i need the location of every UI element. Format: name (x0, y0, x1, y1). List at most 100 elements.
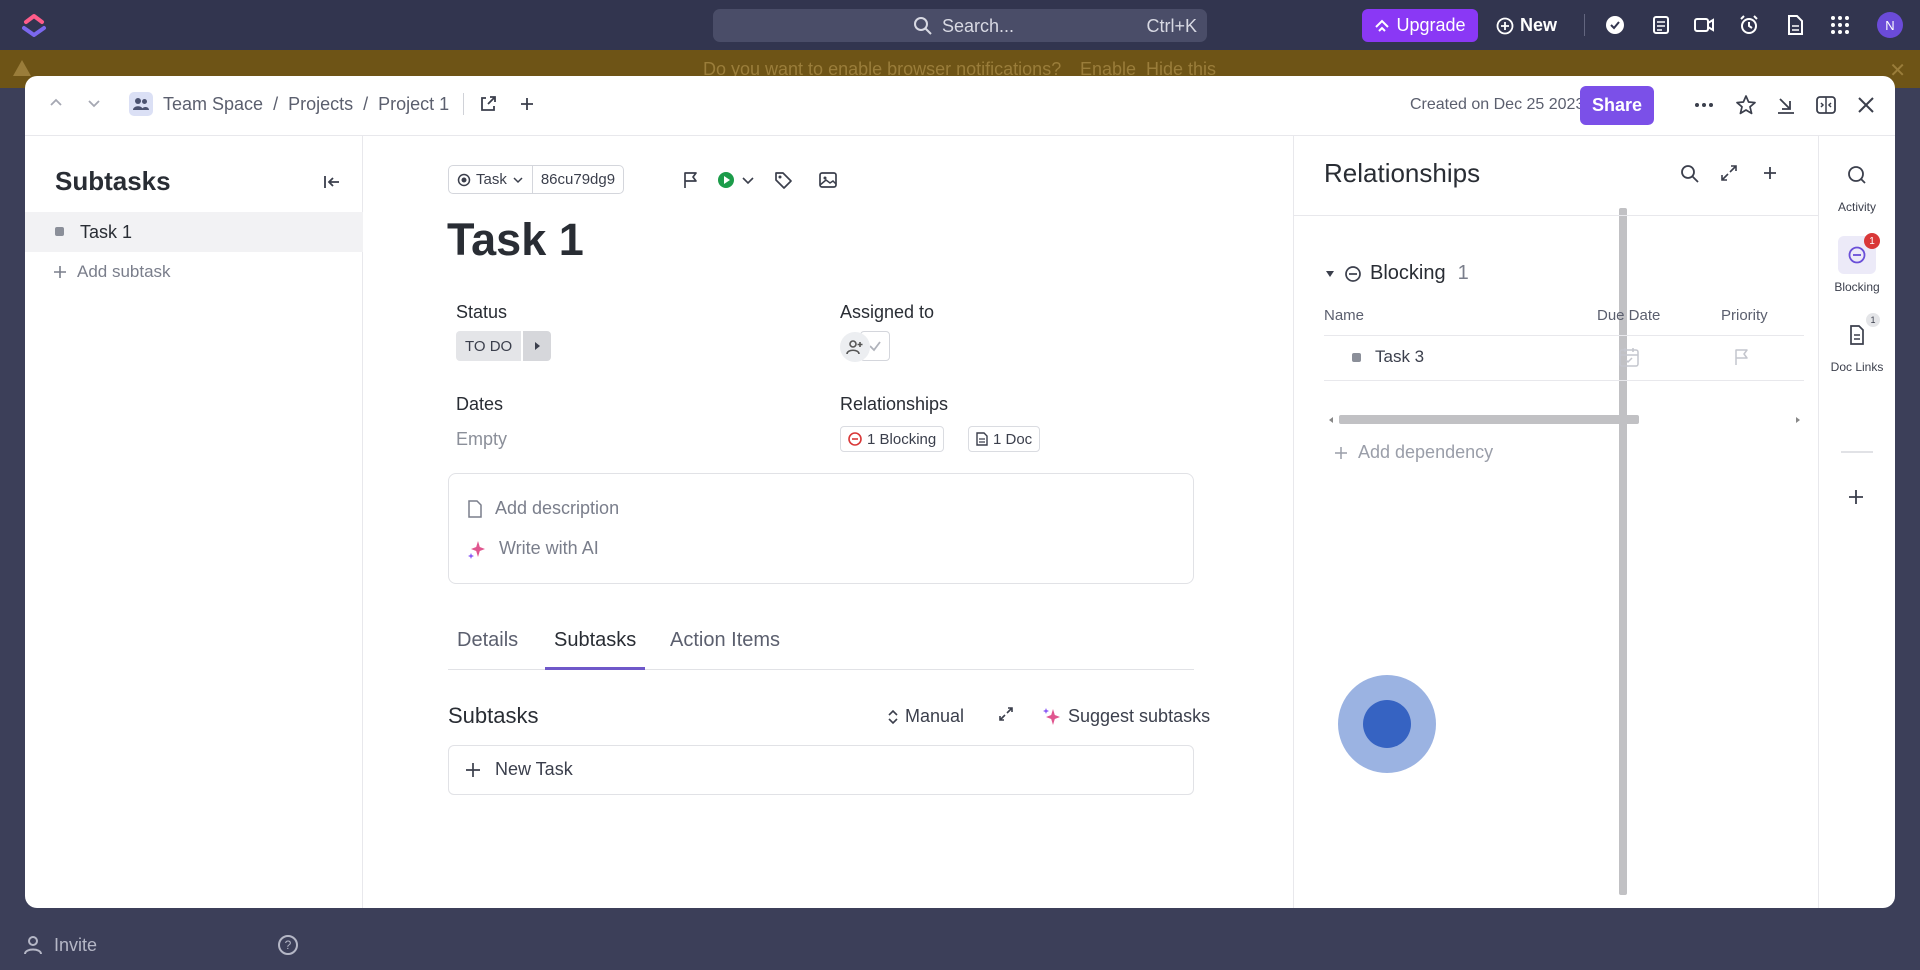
status-selector[interactable]: TO DO (456, 331, 552, 361)
flag-icon[interactable] (681, 170, 701, 190)
add-icon[interactable] (518, 95, 536, 113)
dates-value[interactable]: Empty (456, 429, 507, 450)
scroll-right-icon[interactable] (1794, 416, 1802, 424)
task-id[interactable]: 86cu79dg9 (533, 166, 623, 193)
task-type-button[interactable]: Task (449, 166, 533, 193)
collapse-sidebar-icon[interactable] (322, 172, 342, 192)
table-row[interactable]: Task 3 (1352, 347, 1424, 367)
upgrade-label: Upgrade (1396, 15, 1466, 35)
tab-subtasks[interactable]: Subtasks (554, 629, 636, 652)
breadcrumb-projects[interactable]: Projects (288, 94, 353, 115)
help-icon[interactable]: ? (278, 935, 298, 955)
task-type-selector[interactable]: Task 86cu79dg9 (448, 165, 625, 194)
add-rail-item-icon[interactable] (1845, 486, 1867, 508)
task-status-dot (55, 227, 64, 236)
rail-item-blocking[interactable]: 1 Blocking (1819, 233, 1895, 294)
suggest-subtasks-label: Suggest subtasks (1068, 706, 1211, 726)
add-relationship-icon[interactable] (1761, 164, 1779, 182)
task-modal: Team Space / Projects / Project 1 Create… (25, 76, 1895, 908)
image-icon[interactable] (818, 170, 838, 190)
task-title[interactable]: Task 1 (447, 214, 584, 266)
modal-header: Team Space / Projects / Project 1 Create… (25, 76, 1895, 136)
header-divider (463, 93, 465, 115)
sidebar-task-item[interactable]: Task 1 (25, 212, 363, 252)
user-avatar[interactable]: N (1877, 12, 1903, 38)
breadcrumb-team-space[interactable]: Team Space (163, 94, 263, 115)
add-subtask-button[interactable]: Add subtask (53, 262, 171, 282)
rail-label-doc-links: Doc Links (1830, 360, 1884, 374)
alarm-clock-icon[interactable] (1738, 14, 1760, 36)
rail-item-activity[interactable]: Activity (1819, 156, 1895, 214)
expand-icon[interactable] (998, 706, 1014, 722)
minimize-icon[interactable] (1775, 94, 1797, 116)
column-header-name[interactable]: Name (1324, 307, 1364, 324)
blocking-chip[interactable]: 1 Blocking (840, 426, 945, 452)
plus-circle-icon (1496, 17, 1514, 35)
ai-sparkle-icon (467, 539, 487, 559)
priority-flag-icon[interactable] (1732, 347, 1752, 367)
doc-chip-label: 1 Doc (993, 430, 1033, 448)
description-box[interactable]: Add description Write with AI (448, 473, 1194, 584)
top-bar: Search... Ctrl+K Upgrade New N (0, 0, 1920, 50)
write-with-ai-label: Write with AI (499, 538, 599, 558)
breadcrumb-project-1[interactable]: Project 1 (378, 94, 449, 115)
close-icon[interactable] (1855, 94, 1877, 116)
apps-grid-icon[interactable] (1829, 14, 1851, 36)
doc-icon: 1 (1838, 313, 1880, 354)
search-icon (913, 16, 933, 36)
breadcrumb: Team Space / Projects / Project 1 (129, 92, 536, 116)
star-icon[interactable] (1735, 94, 1757, 116)
sort-icon (887, 709, 899, 725)
tab-details[interactable]: Details (457, 629, 518, 652)
table-horizontal-scrollbar[interactable] (1339, 415, 1639, 424)
notepad-icon[interactable] (1650, 14, 1672, 36)
more-options-icon[interactable] (1693, 94, 1715, 116)
warning-icon (12, 58, 32, 78)
panel-scrollbar[interactable] (1806, 216, 1816, 908)
suggest-subtasks-button[interactable]: Suggest subtasks (1042, 706, 1210, 727)
new-task-row[interactable]: New Task (448, 745, 1194, 795)
play-timer-icon[interactable] (716, 170, 736, 190)
timer-dropdown-icon[interactable] (741, 170, 755, 190)
tag-icon[interactable] (773, 170, 793, 190)
scroll-left-icon[interactable] (1327, 416, 1335, 424)
add-dependency-button[interactable]: Add dependency (1334, 442, 1493, 463)
search-icon[interactable] (1680, 164, 1700, 184)
chevron-up-icon[interactable] (47, 94, 65, 112)
breadcrumb-separator: / (273, 93, 279, 114)
status-value[interactable]: TO DO (456, 331, 522, 361)
document-icon[interactable] (1784, 14, 1806, 36)
column-header-due-date[interactable]: Due Date (1597, 307, 1660, 324)
blocking-icon (848, 432, 862, 446)
click-indicator-dot (1363, 700, 1411, 748)
add-description-button[interactable]: Add description (467, 498, 619, 519)
calendar-icon[interactable] (1618, 346, 1640, 368)
doc-chip[interactable]: 1 Doc (968, 426, 1041, 452)
move-task-icon[interactable] (478, 94, 498, 114)
subtasks-sidebar-title: Subtasks (55, 166, 171, 196)
share-button[interactable]: Share (1580, 86, 1654, 125)
new-button[interactable]: New (1496, 9, 1557, 42)
active-tab-indicator (545, 667, 645, 670)
table-divider (1324, 380, 1804, 381)
chevron-down-icon[interactable] (85, 94, 103, 112)
rail-item-doc-links[interactable]: 1 Doc Links (1819, 313, 1895, 374)
write-with-ai-button[interactable]: Write with AI (467, 538, 599, 559)
tab-action-items[interactable]: Action Items (670, 629, 780, 652)
check-circle-icon[interactable] (1604, 14, 1626, 36)
invite-button[interactable]: Invite (22, 934, 97, 956)
expand-icon[interactable] (1720, 164, 1738, 182)
video-icon[interactable] (1693, 14, 1715, 36)
upgrade-button[interactable]: Upgrade (1362, 9, 1478, 42)
task-name-cell[interactable]: Task 3 (1375, 347, 1424, 367)
blocking-group-header[interactable]: Blocking 1 (1324, 262, 1469, 285)
layout-toggle-icon[interactable] (1815, 94, 1837, 116)
add-assignee-icon[interactable] (840, 332, 870, 362)
sort-manual-button[interactable]: Manual (887, 706, 964, 727)
search-bar[interactable]: Search... Ctrl+K (713, 9, 1207, 42)
status-next-icon[interactable] (523, 331, 552, 361)
column-header-priority[interactable]: Priority (1721, 307, 1768, 324)
breadcrumb-separator: / (363, 93, 369, 114)
relationships-panel-title: Relationships (1324, 158, 1481, 188)
clickup-logo-icon[interactable] (20, 13, 48, 37)
